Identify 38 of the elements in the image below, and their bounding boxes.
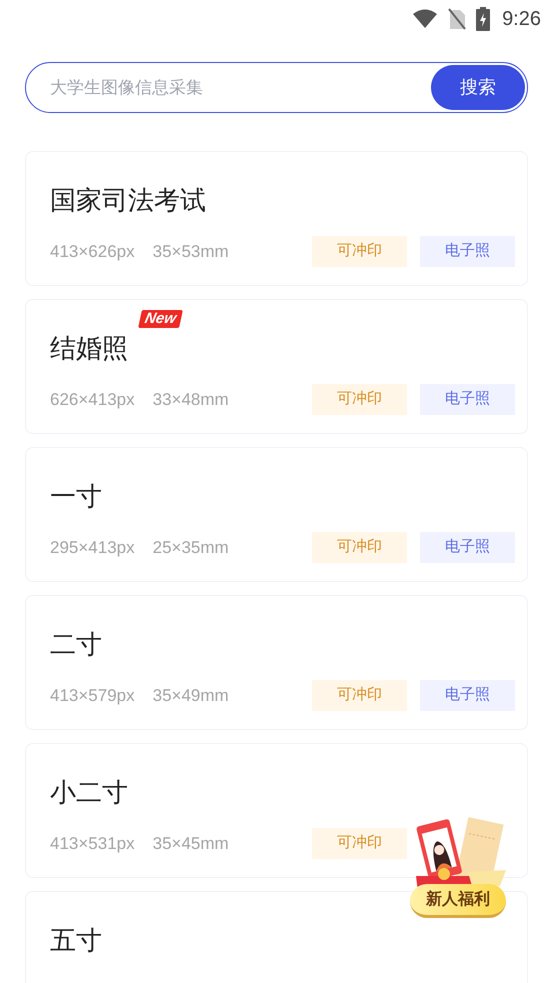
print-tag: 可冲印: [312, 384, 407, 415]
digital-photo-tag: 电子照: [420, 236, 515, 267]
search-field[interactable]: 大学生图像信息采集 搜索: [25, 62, 528, 113]
photo-spec-card[interactable]: 二寸 413×579px 35×49mm 可冲印 电子照: [25, 595, 528, 730]
card-title: 国家司法考试: [50, 184, 206, 217]
print-size: 33×48mm: [152, 388, 229, 411]
print-size: 35×45mm: [152, 832, 229, 855]
print-tag: 可冲印: [312, 532, 407, 563]
pixel-size: 626×413px: [50, 388, 135, 411]
pixel-size: 413×531px: [50, 832, 135, 855]
photo-spec-card[interactable]: 小二寸 413×531px 35×45mm 可冲印: [25, 743, 528, 878]
print-size: 25×35mm: [152, 536, 229, 559]
print-tag: 可冲印: [312, 828, 407, 859]
photo-spec-card[interactable]: 一寸 295×413px 25×35mm 可冲印 电子照: [25, 447, 528, 582]
card-title: 一寸: [50, 480, 102, 513]
pixel-size: 413×626px: [50, 240, 135, 263]
digital-photo-tag: 电子照: [420, 384, 515, 415]
card-title: 二寸: [50, 628, 102, 661]
no-sim-icon: [448, 8, 466, 30]
pixel-size: 413×579px: [50, 684, 135, 707]
new-badge: New: [138, 310, 183, 328]
print-size: 35×49mm: [152, 684, 229, 707]
card-title: 五寸: [50, 924, 102, 957]
search-button[interactable]: 搜索: [431, 65, 525, 110]
wifi-icon: [412, 9, 438, 29]
print-size: 35×53mm: [152, 240, 229, 263]
digital-photo-tag: 电子照: [420, 680, 515, 711]
print-tag: 可冲印: [312, 680, 407, 711]
photo-spec-card[interactable]: New 结婚照 626×413px 33×48mm 可冲印 电子照: [25, 299, 528, 434]
photo-spec-card[interactable]: 国家司法考试 413×626px 35×53mm 可冲印 电子照: [25, 151, 528, 286]
battery-charging-icon: [476, 7, 490, 31]
card-title: 小二寸: [50, 776, 128, 809]
print-tag: 可冲印: [312, 236, 407, 267]
status-time: 9:26: [502, 7, 541, 32]
card-title: 结婚照: [50, 332, 128, 365]
digital-photo-tag: 电子照: [420, 532, 515, 563]
pixel-size: 295×413px: [50, 536, 135, 559]
new-user-benefits-button[interactable]: 新人福利: [410, 884, 506, 918]
